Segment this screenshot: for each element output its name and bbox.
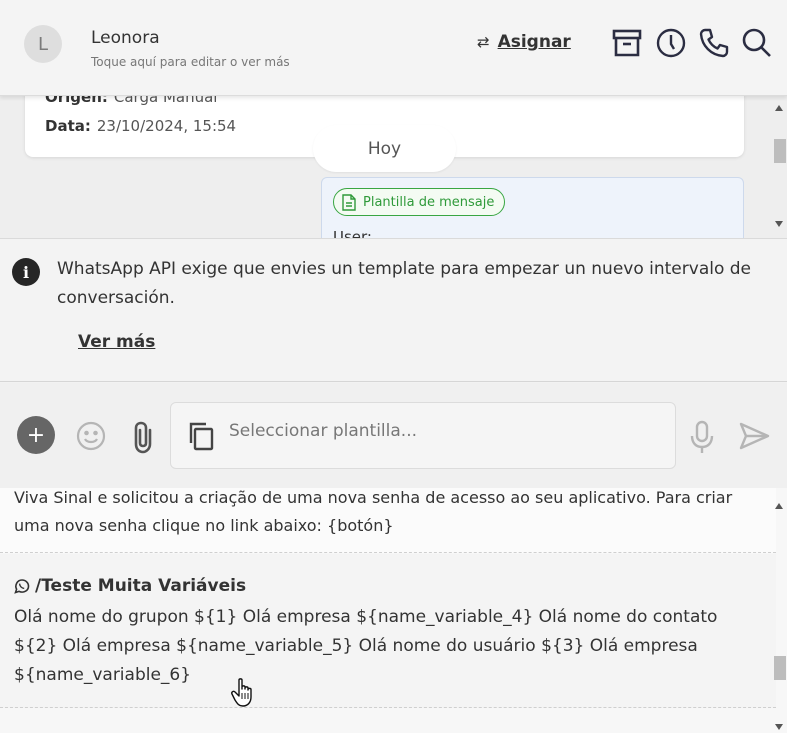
contact-subtitle[interactable]: Toque aquí para editar o ver más: [91, 55, 290, 69]
message-composer: + Seleccionar plantilla...: [0, 383, 787, 488]
chat-scrollbar-thumb[interactable]: [774, 139, 786, 163]
info-icon: i: [12, 258, 40, 286]
template-title: /Teste Muita Variáveis: [13, 576, 246, 596]
whatsapp-icon: [14, 579, 30, 594]
send-icon[interactable]: [738, 421, 770, 451]
assign-button[interactable]: ⇄ Asignar: [477, 32, 571, 52]
template-badge-label: Plantilla de mensaje: [363, 194, 495, 210]
origin-row: Origen: Carga Manual: [45, 96, 217, 106]
avatar[interactable]: L: [24, 25, 62, 63]
see-more-link[interactable]: Ver más: [78, 332, 155, 352]
list-scrollbar-thumb[interactable]: [774, 656, 786, 680]
template-item[interactable]: /Teste Muita Variáveis Olá nome do grupo…: [0, 554, 776, 708]
day-separator: Hoy: [313, 125, 456, 172]
emoji-icon[interactable]: [75, 420, 107, 452]
notice-text: WhatsApp API exige que envies un templat…: [57, 259, 752, 308]
hand-cursor-icon: [230, 676, 260, 708]
template-required-notice: i WhatsApp API exige que envies un templ…: [0, 238, 787, 382]
archive-icon[interactable]: [611, 27, 643, 59]
chat-scroll-down[interactable]: [775, 221, 783, 227]
contact-name[interactable]: Leonora: [91, 28, 160, 48]
template-select-input[interactable]: Seleccionar plantilla...: [170, 402, 676, 469]
chat-scroll-up[interactable]: [775, 105, 783, 111]
template-badge: Plantilla de mensaje: [333, 188, 506, 216]
chat-messages[interactable]: Origen: Carga Manual Data: 23/10/2024, 15:…: [0, 96, 787, 238]
phone-icon[interactable]: [698, 27, 730, 59]
list-scroll-up[interactable]: [775, 503, 783, 509]
chat-header: L Leonora Toque aquí para editar o ver m…: [0, 0, 787, 96]
list-scroll-down[interactable]: [775, 724, 783, 730]
mic-icon[interactable]: [688, 419, 716, 455]
clock-icon[interactable]: [655, 27, 687, 59]
plus-button[interactable]: +: [17, 416, 55, 454]
date-label: Data:: [45, 117, 91, 135]
template-body: Viva Sinal e solicitou a criação de uma …: [14, 488, 733, 535]
assign-label: Asignar: [497, 32, 571, 52]
paperclip-icon[interactable]: [131, 420, 157, 454]
template-list[interactable]: Viva Sinal e solicitou a criação de uma …: [0, 488, 787, 733]
template-item[interactable]: [0, 709, 776, 733]
origin-label: Origen:: [45, 96, 108, 106]
date-row: Data: 23/10/2024, 15:54: [45, 117, 236, 135]
template-title-text: /Teste Muita Variáveis: [35, 576, 247, 596]
document-icon: [342, 193, 356, 211]
origin-value: Carga Manual: [113, 96, 218, 106]
swap-arrows-icon: ⇄: [477, 33, 490, 51]
template-placeholder: Seleccionar plantilla...: [229, 421, 418, 441]
search-icon[interactable]: [741, 27, 773, 59]
template-item[interactable]: Viva Sinal e solicitou a criação de uma …: [0, 488, 776, 553]
template-body: Olá nome do grupon ${1} Olá empresa ${na…: [14, 607, 718, 685]
message-preview: User:: [333, 228, 372, 238]
copy-icon[interactable]: [185, 420, 217, 452]
date-value: 23/10/2024, 15:54: [96, 117, 237, 135]
message-bubble[interactable]: Plantilla de mensaje User:: [321, 177, 744, 238]
